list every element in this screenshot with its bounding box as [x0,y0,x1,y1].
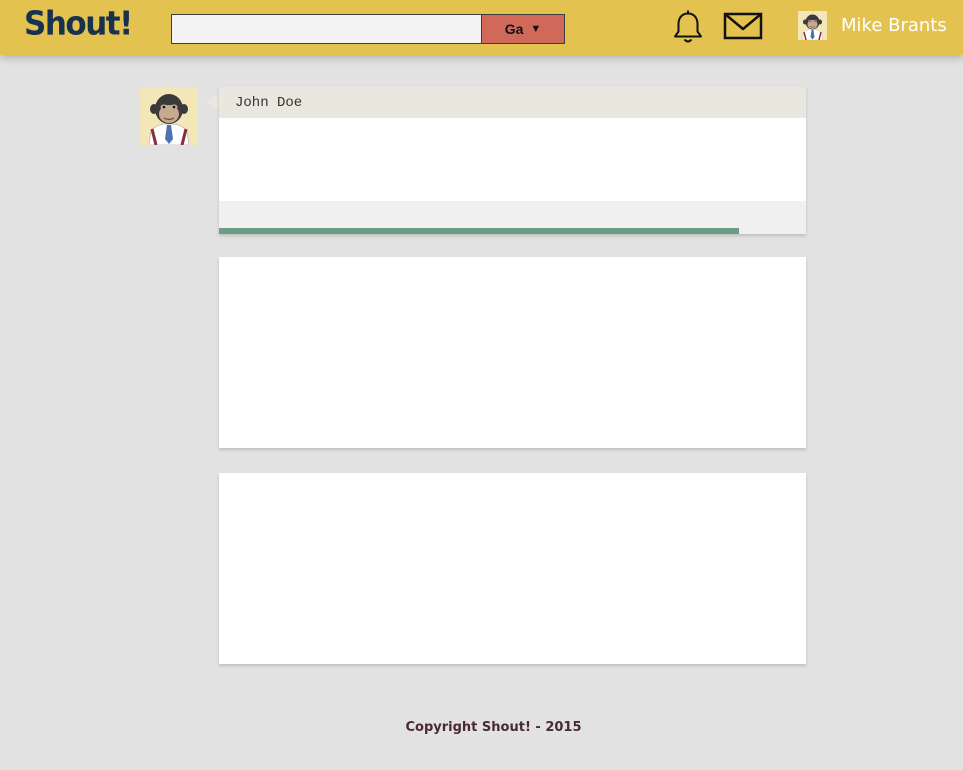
post-pointer [205,94,219,110]
mail-icon[interactable] [723,11,763,41]
search-input[interactable] [171,14,482,44]
logo[interactable]: Shout! [24,5,133,43]
progress-fill [219,228,740,234]
progress-bar [219,228,806,234]
search-scope-select[interactable]: Ga ▼ [481,14,565,44]
user-name[interactable]: Mike Brants [841,15,947,36]
feed-card [219,473,806,664]
post-author-name[interactable]: John Doe [235,95,302,111]
monkey-avatar-icon [140,87,198,146]
user-avatar[interactable] [798,11,827,40]
search-scope-label: Ga [504,21,524,37]
feed-card [219,257,806,448]
post-footer [219,201,806,234]
post-header: John Doe [219,87,806,118]
post-author-avatar[interactable] [140,87,198,146]
post-body [219,118,806,201]
post-card: John Doe [219,87,806,234]
top-navigation-bar: Shout! Ga ▼ Mike Brants [0,0,963,55]
bell-icon[interactable] [671,9,705,45]
copyright-footer: Copyright Shout! - 2015 [405,720,582,735]
caret-down-icon: ▼ [530,22,542,35]
